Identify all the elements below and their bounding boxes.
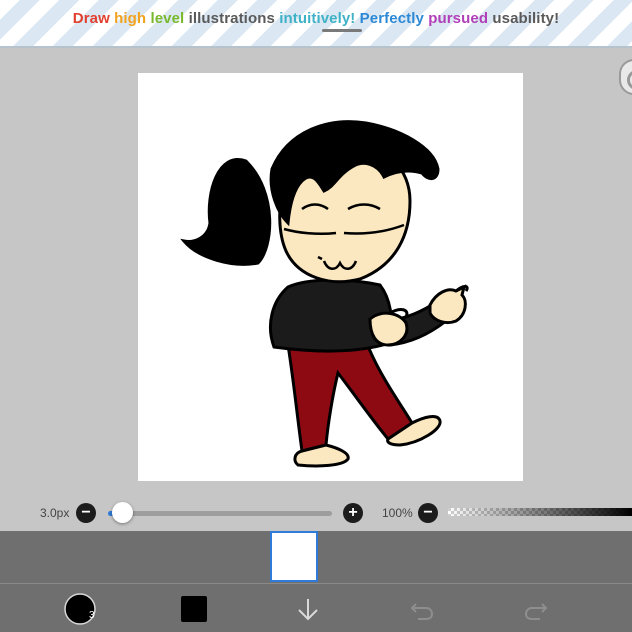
redo-icon xyxy=(524,603,548,620)
opacity-label: 100% xyxy=(382,506,413,520)
banner-word: level xyxy=(150,9,189,27)
opacity-slider[interactable] xyxy=(448,508,632,516)
color-swatch-icon xyxy=(181,596,207,622)
brush-size-decrease-button[interactable]: − xyxy=(76,503,96,523)
promo-banner[interactable]: Draw high level illustrations intuitivel… xyxy=(0,0,632,48)
opacity-decrease-button[interactable]: − xyxy=(418,503,438,523)
banner-word: intuitively! xyxy=(279,9,360,27)
brush-tool-button[interactable]: 3 xyxy=(63,592,97,626)
banner-indicator xyxy=(322,29,362,32)
layer-down-button[interactable] xyxy=(291,592,325,626)
minus-icon: − xyxy=(423,504,433,521)
brush-size-slider[interactable] xyxy=(108,511,332,516)
banner-word: high xyxy=(114,9,151,27)
banner-word: usability! xyxy=(492,9,560,27)
layer-strip xyxy=(0,531,632,583)
banner-word: illustrations xyxy=(188,9,280,27)
brush-size-badge: 3 xyxy=(89,610,95,621)
brush-size-label: 3.0px xyxy=(40,506,70,520)
banner-word: pursued xyxy=(428,9,493,27)
layer-thumbnail[interactable] xyxy=(270,531,318,582)
banner-word: Perfectly xyxy=(359,9,429,27)
redo-button[interactable] xyxy=(519,592,553,626)
banner-word: Draw xyxy=(72,9,115,27)
brush-icon: 3 xyxy=(64,593,96,625)
minus-icon: − xyxy=(81,504,91,521)
arrow-down-icon xyxy=(298,599,318,621)
brush-settings-bar: 3.0px − + 100% − xyxy=(0,495,632,531)
undo-button[interactable] xyxy=(405,592,439,626)
plus-icon: + xyxy=(348,504,358,521)
brush-size-increase-button[interactable]: + xyxy=(343,503,363,523)
undo-icon xyxy=(410,603,434,620)
color-picker-button[interactable] xyxy=(177,592,211,626)
layer-panel-handle[interactable] xyxy=(619,59,632,95)
drawing-canvas[interactable] xyxy=(138,73,523,481)
bottom-toolbar: 3 xyxy=(0,583,632,632)
canvas-workspace[interactable] xyxy=(0,50,632,495)
brush-size-slider-thumb[interactable] xyxy=(112,502,133,523)
banner-slogan: Draw high level illustrations intuitivel… xyxy=(73,10,559,27)
character-illustration xyxy=(180,120,469,468)
